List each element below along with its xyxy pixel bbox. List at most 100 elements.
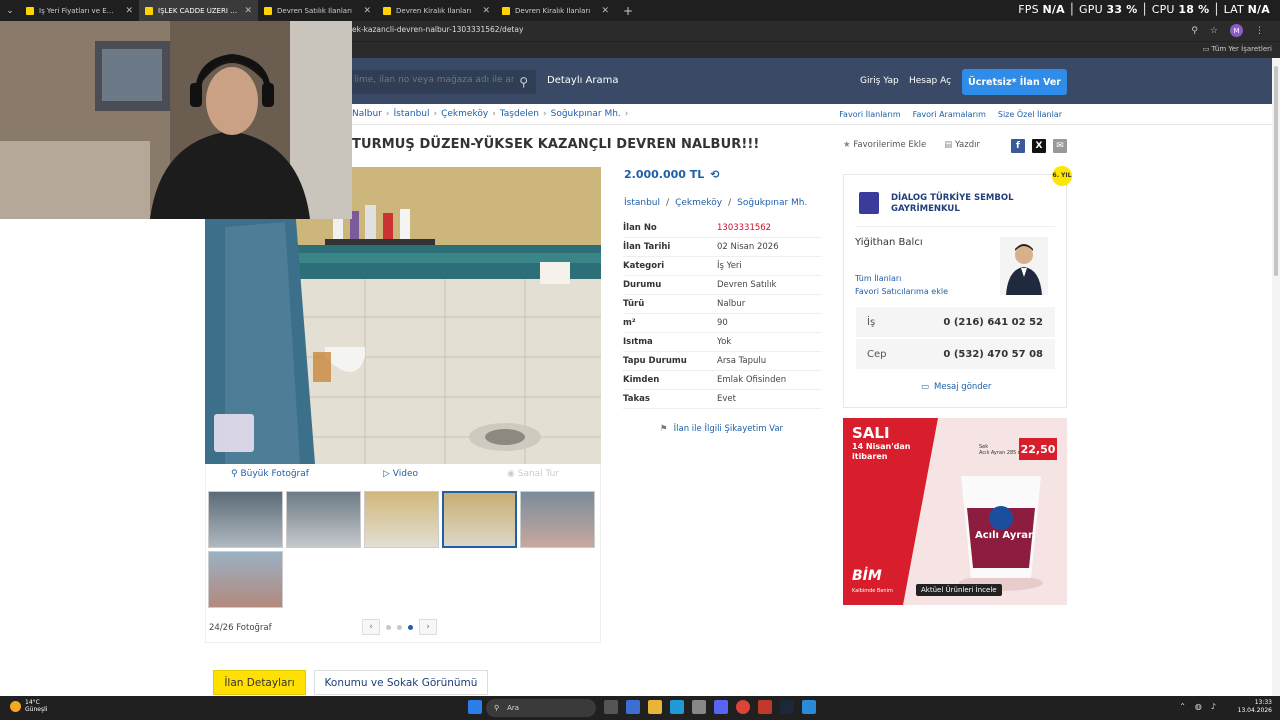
phone-number[interactable]: 0 (216) 641 02 52 bbox=[943, 317, 1043, 328]
add-favorite-seller-link[interactable]: Favori Satıcılarıma ekle bbox=[855, 287, 948, 296]
breadcrumb-item[interactable]: Çekmeköy bbox=[441, 109, 488, 119]
breadcrumb-item[interactable]: İstanbul bbox=[393, 109, 429, 119]
chrome-icon[interactable] bbox=[736, 700, 750, 714]
weather-widget[interactable]: 14°C Güneşli bbox=[10, 699, 47, 713]
thumbnail[interactable] bbox=[520, 491, 595, 548]
steam-icon[interactable] bbox=[780, 700, 794, 714]
close-tab-icon[interactable]: ✕ bbox=[125, 6, 133, 16]
facebook-icon[interactable]: f bbox=[1011, 139, 1025, 153]
taskbar-apps bbox=[468, 700, 482, 714]
tab-listing-details[interactable]: İlan Detayları bbox=[213, 670, 306, 695]
page-scrollbar[interactable] bbox=[1272, 58, 1280, 696]
favorite-searches-link[interactable]: Favori Aramalarım bbox=[913, 110, 986, 119]
clock[interactable]: 13:33 13.04.2026 bbox=[1238, 699, 1272, 715]
membership-year-badge: 6. YIL bbox=[1052, 166, 1072, 186]
url-text[interactable]: ek-kazancli-devren-nalbur-1303331562/det… bbox=[352, 25, 523, 34]
task-view-icon[interactable] bbox=[604, 700, 618, 714]
copilot-icon[interactable] bbox=[626, 700, 640, 714]
file-explorer-icon[interactable] bbox=[648, 700, 662, 714]
browser-tab-2[interactable]: İŞLEK CADDE ÜZERİ OTURMUŞ ✕ bbox=[139, 0, 258, 21]
bookmark-star-icon[interactable]: ☆ bbox=[1210, 26, 1218, 36]
video-button[interactable]: ▷ Video bbox=[383, 469, 418, 479]
send-message-link[interactable]: ▭ Mesaj gönder bbox=[921, 382, 991, 392]
app-icon[interactable] bbox=[758, 700, 772, 714]
photo-count: 24/26 Fotoğraf bbox=[209, 623, 272, 633]
taskbar-search[interactable]: ⚲ Ara bbox=[486, 699, 596, 717]
location-city[interactable]: İstanbul bbox=[624, 198, 660, 208]
store-name[interactable]: DİALOG TÜRKİYE SEMBOL GAYRİMENKUL bbox=[891, 193, 1041, 215]
browser-tab-5[interactable]: Devren Kiralık İlanları ✕ bbox=[496, 0, 615, 21]
thumbnail-pager: ‹ › bbox=[362, 619, 437, 635]
windows-start-icon[interactable] bbox=[468, 700, 482, 714]
browser-menu-icon[interactable]: ⋮ bbox=[1255, 26, 1264, 36]
advertisement[interactable]: SALI 14 Nisan'dan itibaren Sek Acılı Ayr… bbox=[843, 418, 1067, 605]
chevron-up-icon[interactable]: ⌃ bbox=[1179, 702, 1186, 711]
big-photo-button[interactable]: ⚲ Büyük Fotoğraf bbox=[231, 469, 309, 479]
pager-dot-active[interactable] bbox=[408, 624, 413, 630]
pager-dot[interactable] bbox=[397, 624, 402, 630]
register-link[interactable]: Hesap Aç bbox=[909, 76, 951, 86]
thumbnail[interactable] bbox=[286, 491, 361, 548]
browser-tab-3[interactable]: Devren Satılık İlanları ✕ bbox=[258, 0, 377, 21]
login-link[interactable]: Giriş Yap bbox=[860, 76, 899, 86]
x-twitter-icon[interactable]: X bbox=[1032, 139, 1046, 153]
zoom-icon[interactable]: ⚲ bbox=[1191, 26, 1198, 36]
browser-tab-1[interactable]: İş Yeri Fiyatları ve Emlak İlanları ✕ bbox=[20, 0, 139, 21]
breadcrumb-item[interactable]: Nalbur bbox=[352, 109, 382, 119]
location-district[interactable]: Çekmeköy bbox=[675, 198, 722, 208]
tab-search-icon[interactable]: ⌄ bbox=[0, 6, 20, 16]
network-icon[interactable]: ◍ bbox=[1195, 702, 1202, 711]
quick-links: Favori İlanlarım Favori Aramalarım Size … bbox=[839, 110, 1062, 119]
search-icon[interactable]: ⚲ bbox=[519, 75, 528, 89]
app-icon[interactable] bbox=[692, 700, 706, 714]
ad-cta-button[interactable]: Aktüel Ürünleri İncele bbox=[916, 584, 1002, 596]
tab-title: Devren Satılık İlanları bbox=[277, 6, 352, 15]
special-listings-link[interactable]: Size Özel İlanlar bbox=[998, 110, 1062, 119]
detail-label: m² bbox=[623, 318, 636, 328]
phone-number[interactable]: 0 (532) 470 57 08 bbox=[943, 349, 1043, 360]
scrollbar-thumb[interactable] bbox=[1274, 66, 1278, 276]
performance-overlay: FPS N/A │ GPU 33 % │ CPU 18 % │ LAT N/A bbox=[1018, 3, 1270, 16]
all-bookmarks[interactable]: ▭ Tüm Yer İşaretleri bbox=[1203, 45, 1272, 53]
all-listings-link[interactable]: Tüm İlanları bbox=[855, 274, 901, 283]
ad-date: 14 Nisan'dan itibaren bbox=[852, 442, 911, 461]
store-logo[interactable] bbox=[859, 192, 879, 214]
detailed-search-link[interactable]: Detaylı Arama bbox=[547, 75, 619, 86]
breadcrumb-item[interactable]: Soğukpınar Mh. bbox=[551, 109, 621, 119]
volume-icon[interactable]: ♪ bbox=[1211, 702, 1216, 711]
price-history-icon[interactable]: ⟲ bbox=[710, 168, 719, 181]
tab-title: Devren Kiralık İlanları bbox=[396, 6, 472, 15]
phone-row-mobile: Cep 0 (532) 470 57 08 bbox=[856, 339, 1055, 369]
edge-icon[interactable] bbox=[670, 700, 684, 714]
favorite-listings-link[interactable]: Favori İlanlarım bbox=[839, 110, 900, 119]
breadcrumb-item[interactable]: Taşdelen bbox=[500, 109, 539, 119]
thumbnail[interactable] bbox=[208, 491, 283, 548]
prev-page-button[interactable]: ‹ bbox=[362, 619, 380, 635]
pager-dot[interactable] bbox=[386, 624, 391, 630]
new-tab-button[interactable]: + bbox=[615, 4, 641, 18]
tab-location-street-view[interactable]: Konumu ve Sokak Görünümü bbox=[314, 670, 488, 695]
ad-price: 22,50 bbox=[1019, 438, 1057, 460]
breadcrumb-separator: › bbox=[433, 109, 438, 119]
print-button[interactable]: ▤ Yazdır bbox=[944, 140, 980, 150]
detail-value: Arsa Tapulu bbox=[717, 356, 767, 366]
search-input[interactable] bbox=[354, 75, 514, 85]
discord-icon[interactable] bbox=[714, 700, 728, 714]
next-page-button[interactable]: › bbox=[419, 619, 437, 635]
thumbnail[interactable] bbox=[364, 491, 439, 548]
location-neighborhood[interactable]: Soğukpınar Mh. bbox=[737, 198, 807, 208]
close-tab-icon[interactable]: ✕ bbox=[244, 6, 252, 16]
email-icon[interactable]: ✉ bbox=[1053, 139, 1067, 153]
app-icon[interactable] bbox=[802, 700, 816, 714]
browser-tab-4[interactable]: Devren Kiralık İlanları ✕ bbox=[377, 0, 496, 21]
thumbnail[interactable] bbox=[208, 551, 283, 608]
complaint-link[interactable]: ⚑ İlan ile İlgili Şikayetim Var bbox=[660, 424, 783, 434]
add-favorite-button[interactable]: ★ Favorilerime Ekle bbox=[843, 140, 926, 150]
close-tab-icon[interactable]: ✕ bbox=[482, 6, 490, 16]
close-tab-icon[interactable]: ✕ bbox=[363, 6, 371, 16]
profile-avatar[interactable]: M bbox=[1230, 24, 1243, 37]
play-icon: ▷ bbox=[383, 469, 390, 479]
post-ad-button[interactable]: Ücretsiz* İlan Ver bbox=[962, 69, 1067, 95]
close-tab-icon[interactable]: ✕ bbox=[601, 6, 609, 16]
thumbnail-active[interactable] bbox=[442, 491, 517, 548]
